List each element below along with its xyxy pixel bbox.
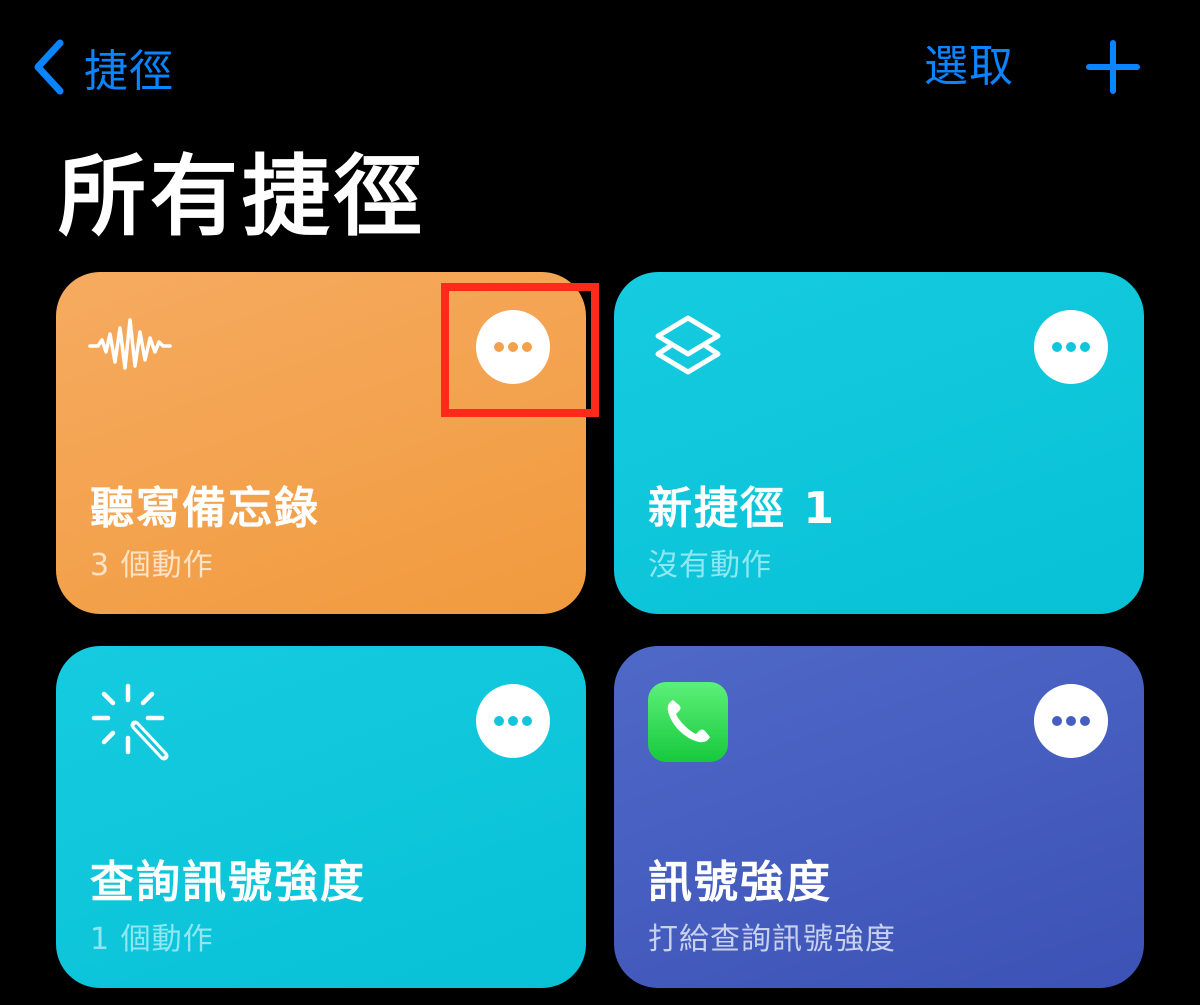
more-options-button[interactable] [1034,684,1108,758]
more-options-button[interactable] [1034,310,1108,384]
waveform-icon [88,318,172,370]
add-shortcut-button[interactable] [1086,40,1140,94]
back-button-label: 捷徑 [84,46,174,97]
shortcut-card-query-signal-strength[interactable]: 查詢訊號強度 1 個動作 [56,646,586,988]
shortcut-action-description: 打給查詢訊號強度 [648,922,896,957]
more-options-button[interactable] [476,310,550,384]
ellipsis-icon [494,716,532,726]
more-options-button[interactable] [476,684,550,758]
magic-wand-icon [91,683,169,761]
shortcut-name: 新捷徑 1 [648,483,836,534]
ellipsis-icon [494,342,532,352]
shortcut-name: 訊號強度 [648,857,832,908]
plus-icon [1086,40,1140,94]
shortcut-card-signal-strength[interactable]: 訊號強度 打給查詢訊號強度 [614,646,1144,988]
back-button[interactable]: 捷徑 [32,36,174,98]
navigation-bar: 捷徑 選取 [0,0,1200,130]
shortcut-name: 查詢訊號強度 [90,857,366,908]
phone-app-icon [648,682,728,762]
select-button[interactable]: 選取 [924,36,1014,98]
ellipsis-icon [1052,716,1090,726]
shortcut-action-count: 1 個動作 [90,922,214,957]
chevron-left-icon [34,39,64,95]
page-title: 所有捷徑 [58,145,427,248]
stacked-layers-icon [655,315,721,375]
shortcut-action-count: 沒有動作 [648,548,772,583]
shortcut-card-dictate-memo[interactable]: 聽寫備忘錄 3 個動作 [56,272,586,614]
shortcut-card-new-shortcut-1[interactable]: 新捷徑 1 沒有動作 [614,272,1144,614]
shortcut-action-count: 3 個動作 [90,548,214,583]
ellipsis-icon [1052,342,1090,352]
shortcut-name: 聽寫備忘錄 [90,483,320,534]
